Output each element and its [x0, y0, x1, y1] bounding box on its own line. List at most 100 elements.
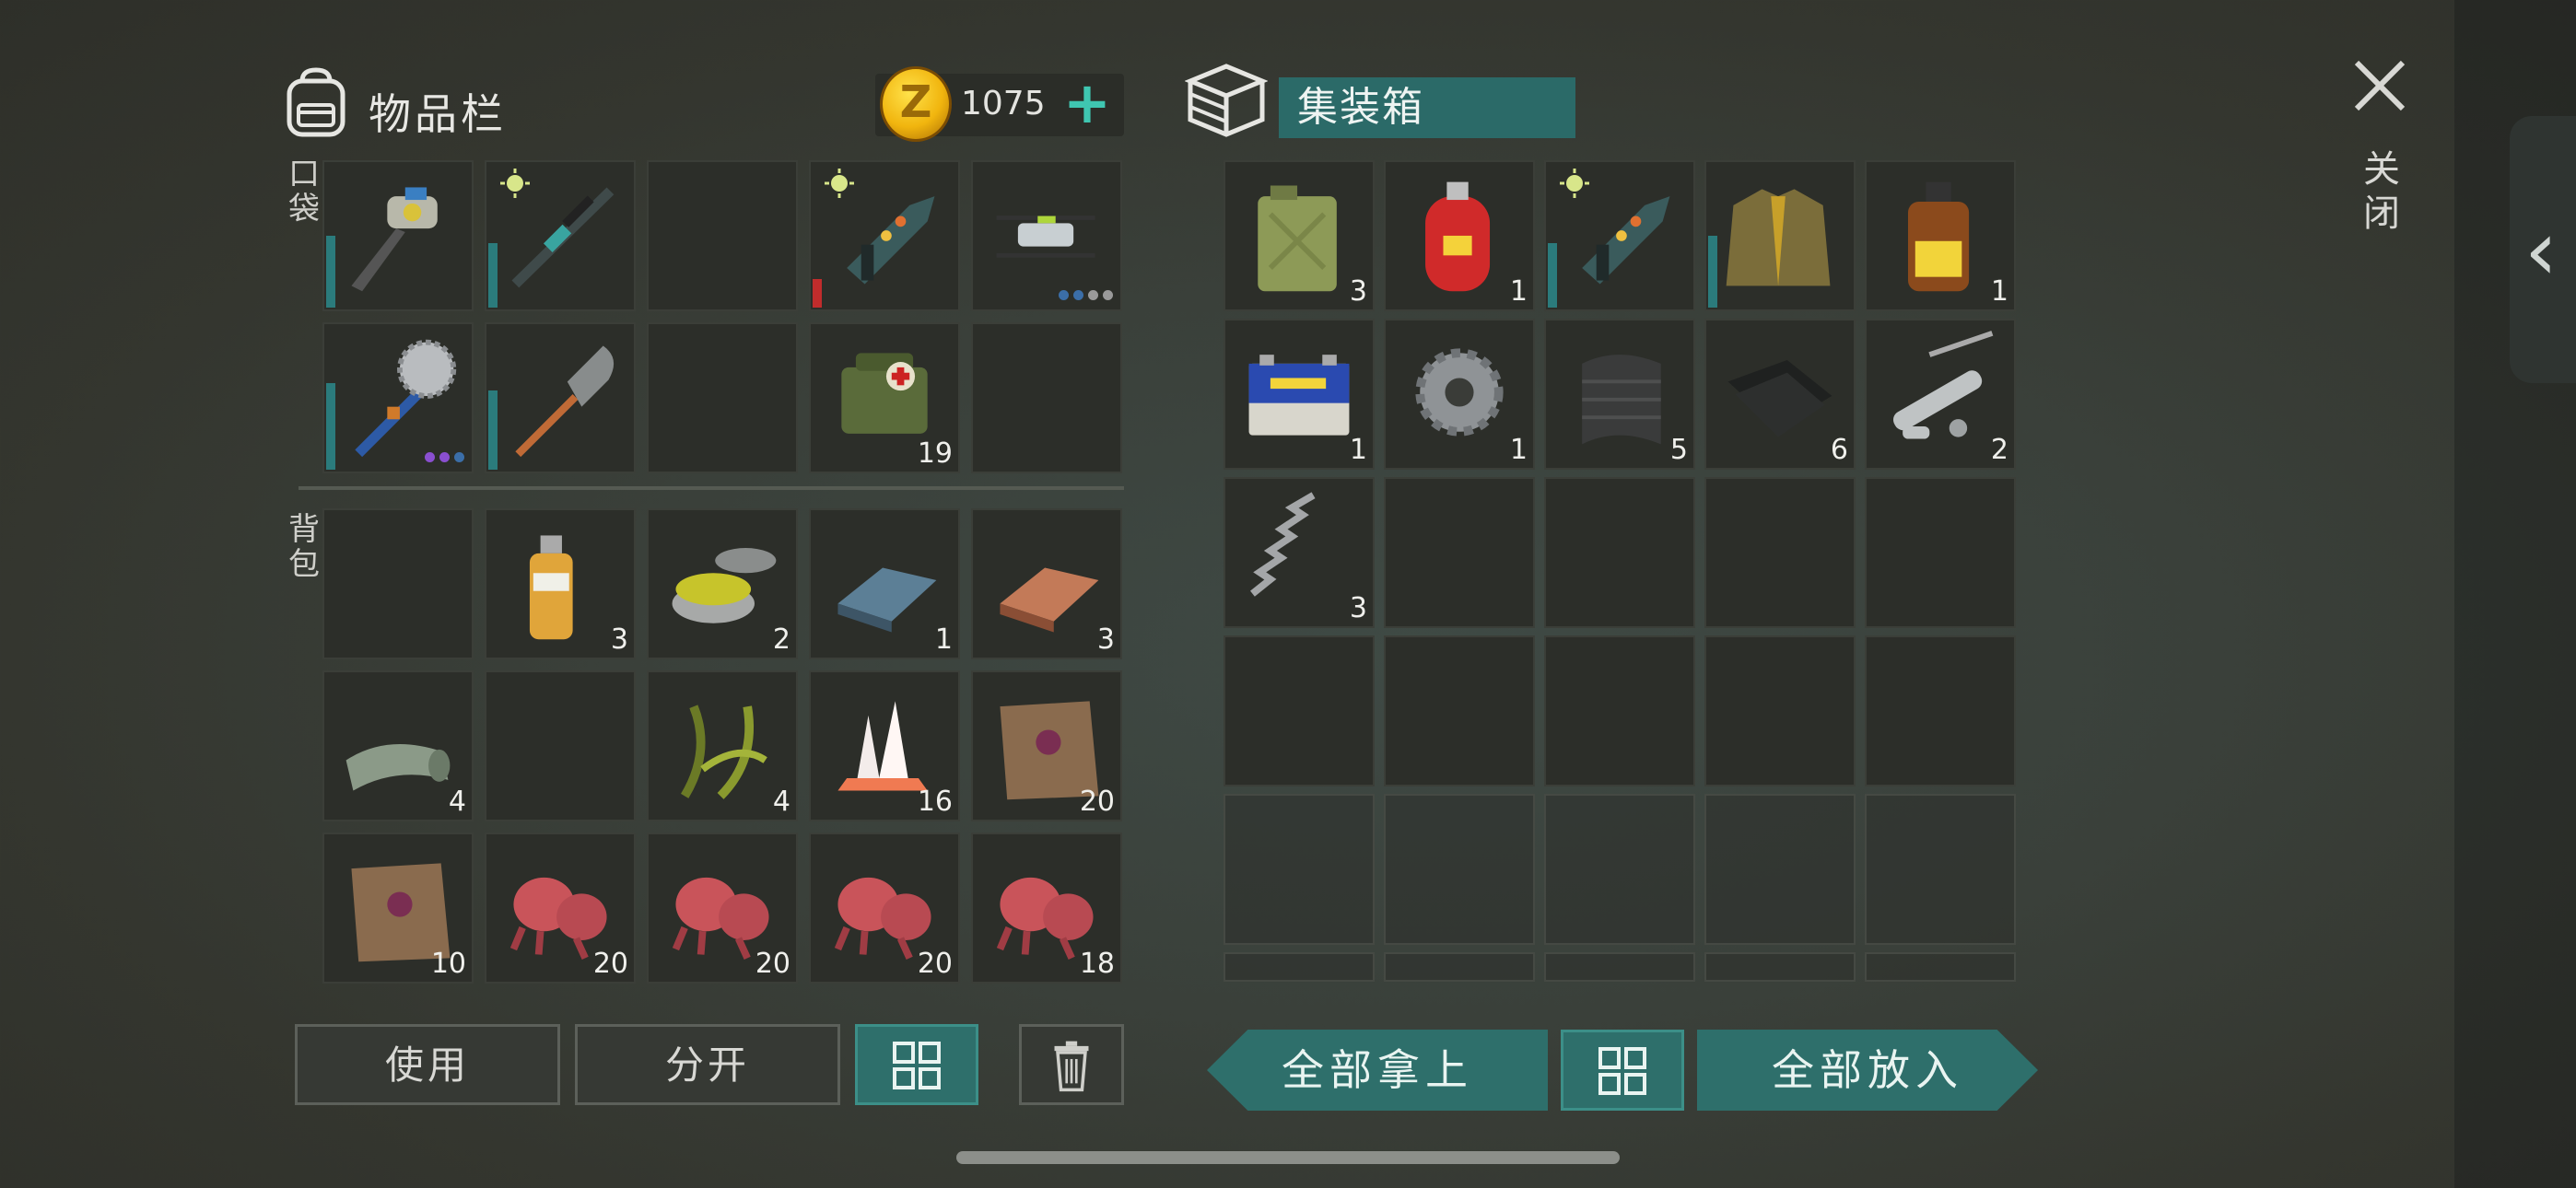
trash-icon: [1054, 1041, 1089, 1092]
coin-icon-glyph: Z: [899, 76, 932, 128]
empty-slot[interactable]: [1384, 794, 1535, 945]
item-quantity: 1: [1349, 434, 1367, 466]
durability-bar: [488, 243, 498, 308]
empty-slot[interactable]: [647, 322, 798, 473]
empty-slot[interactable]: [1865, 635, 2016, 786]
carbon-sheet-icon: [1582, 355, 1661, 445]
empty-slot[interactable]: [1865, 477, 2016, 628]
item-slot[interactable]: 2: [647, 508, 798, 659]
empty-slot[interactable]: [1865, 794, 2016, 945]
item-slot[interactable]: [971, 160, 1122, 311]
take-all-button[interactable]: 全部拿上: [1207, 1030, 1548, 1111]
item-quantity: 3: [1349, 592, 1367, 624]
item-quantity: 18: [1079, 948, 1115, 980]
item-slot[interactable]: 4: [647, 670, 798, 821]
gear-icon: [1415, 348, 1504, 437]
item-quantity: 6: [1830, 434, 1848, 466]
gas-cylinder-icon: [1425, 181, 1491, 292]
quality-dots: [1059, 290, 1113, 300]
item-slot[interactable]: 3: [485, 508, 636, 659]
item-slot[interactable]: 10: [322, 833, 474, 984]
battery-icon: [1248, 355, 1350, 436]
scales-roll-icon: [345, 744, 451, 791]
empty-slot[interactable]: [1704, 952, 1856, 982]
split-button[interactable]: 分开: [575, 1024, 840, 1105]
item-slot[interactable]: 1: [1865, 160, 2016, 311]
item-slot[interactable]: 1: [809, 508, 960, 659]
empty-slot[interactable]: [1224, 952, 1375, 982]
item-slot[interactable]: 4: [322, 670, 474, 821]
grid-sort-icon: [1598, 1047, 1646, 1095]
item-slot[interactable]: 6: [1704, 319, 1856, 470]
chevron-left-icon[interactable]: ‹: [2524, 203, 2558, 299]
empty-slot[interactable]: [1544, 477, 1695, 628]
auger-drill-icon: [351, 187, 438, 292]
add-coins-button[interactable]: +: [1060, 74, 1115, 136]
delete-button[interactable]: [1019, 1024, 1124, 1105]
item-slot[interactable]: 1: [1224, 319, 1375, 470]
pipe-parts-icon: [1892, 331, 1994, 439]
iron-ingot-icon: [837, 567, 937, 633]
put-all-button[interactable]: 全部放入: [1697, 1030, 2038, 1111]
item-slot[interactable]: 3: [1224, 160, 1375, 311]
item-slot[interactable]: 1: [1384, 160, 1535, 311]
item-quantity: 20: [917, 948, 953, 980]
item-slot[interactable]: [322, 160, 474, 311]
empty-slot[interactable]: [322, 508, 474, 659]
item-slot[interactable]: 5: [1544, 319, 1695, 470]
empty-slot[interactable]: [647, 160, 798, 311]
item-quantity: 1: [1509, 434, 1528, 466]
empty-slot[interactable]: [1224, 794, 1375, 945]
item-slot[interactable]: [485, 322, 636, 473]
use-button[interactable]: 使用: [295, 1024, 560, 1105]
section-divider: [299, 486, 1124, 490]
empty-slot[interactable]: [1544, 794, 1695, 945]
item-slot[interactable]: 20: [809, 833, 960, 984]
empty-slot[interactable]: [1544, 952, 1695, 982]
durability-bar: [1548, 243, 1557, 308]
item-slot[interactable]: 2: [1865, 319, 2016, 470]
upgrade-star-icon: [1560, 169, 1589, 198]
sort-container-button[interactable]: [1561, 1030, 1684, 1111]
item-slot[interactable]: [322, 322, 474, 473]
empty-slot[interactable]: [971, 322, 1122, 473]
item-slot[interactable]: 19: [809, 322, 960, 473]
empty-slot[interactable]: [1384, 635, 1535, 786]
jacket-icon: [1726, 189, 1831, 286]
item-slot[interactable]: 3: [971, 508, 1122, 659]
item-slot[interactable]: [1544, 160, 1695, 311]
item-slot[interactable]: [485, 160, 636, 311]
item-slot[interactable]: 1: [1384, 319, 1535, 470]
grid-sort-icon: [893, 1042, 941, 1089]
empty-slot[interactable]: [1544, 635, 1695, 786]
item-quantity: 3: [610, 623, 628, 656]
inventory-title: 物品栏: [369, 89, 507, 139]
empty-slot[interactable]: [1704, 635, 1856, 786]
backpack-section-label: 背包: [288, 511, 320, 583]
item-slot[interactable]: 16: [809, 670, 960, 821]
empty-slot[interactable]: [1704, 794, 1856, 945]
empty-slot[interactable]: [1704, 477, 1856, 628]
item-slot[interactable]: 20: [647, 833, 798, 984]
empty-slot[interactable]: [1224, 635, 1375, 786]
empty-slot[interactable]: [1865, 952, 2016, 982]
item-slot[interactable]: 20: [485, 833, 636, 984]
item-quantity: 1: [1509, 275, 1528, 308]
home-indicator[interactable]: [956, 1151, 1620, 1164]
empty-slot[interactable]: [485, 670, 636, 821]
item-quantity: 4: [772, 786, 790, 818]
item-slot[interactable]: [809, 160, 960, 311]
item-slot[interactable]: 18: [971, 833, 1122, 984]
empty-slot[interactable]: [1384, 477, 1535, 628]
item-quantity: 5: [1669, 434, 1688, 466]
item-slot[interactable]: [1704, 160, 1856, 311]
close-icon[interactable]: [2349, 55, 2410, 116]
coin-count: 1075: [961, 85, 1046, 122]
empty-slot[interactable]: [1384, 952, 1535, 982]
sort-inventory-button[interactable]: [855, 1024, 978, 1105]
close-label[interactable]: 关闭: [2359, 147, 2405, 236]
shovel-icon: [515, 345, 615, 458]
item-quantity: 20: [755, 948, 790, 980]
item-slot[interactable]: 3: [1224, 477, 1375, 628]
item-slot[interactable]: 20: [971, 670, 1122, 821]
